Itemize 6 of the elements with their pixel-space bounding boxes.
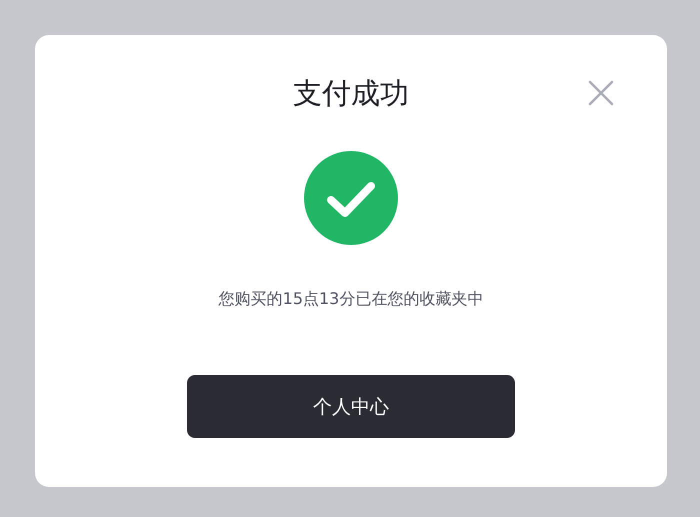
dialog-title: 支付成功: [293, 75, 409, 112]
close-icon: [587, 79, 615, 107]
success-message: 您购买的15点13分已在您的收藏夹中: [218, 288, 484, 310]
close-button[interactable]: [587, 79, 615, 107]
success-check-icon: [303, 150, 399, 246]
personal-center-button[interactable]: 个人中心: [187, 375, 515, 438]
